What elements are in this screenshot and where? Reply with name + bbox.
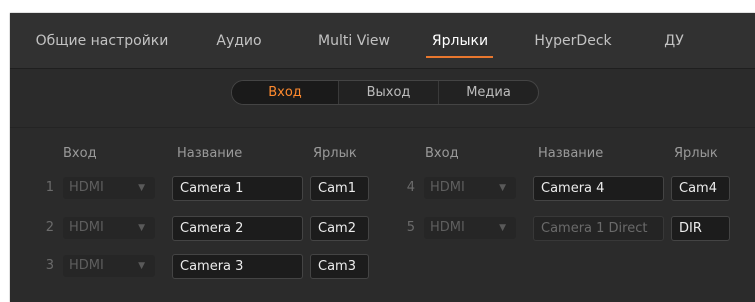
- label-field[interactable]: Cam3: [310, 254, 369, 279]
- name-field: Camera 1 Direct: [533, 216, 664, 241]
- label-field[interactable]: Cam4: [671, 176, 730, 201]
- source-select[interactable]: HDMI ▼: [63, 177, 155, 199]
- source-select-value: HDMI: [430, 220, 465, 235]
- label-field[interactable]: DIR: [671, 216, 730, 241]
- source-select[interactable]: HDMI ▼: [63, 255, 155, 277]
- tab-labels[interactable]: Ярлыки: [432, 31, 488, 51]
- tab-audio[interactable]: Аудио: [216, 31, 261, 51]
- source-select[interactable]: HDMI ▼: [63, 217, 155, 239]
- tab-general-settings[interactable]: Общие настройки: [36, 31, 169, 51]
- tab-remote[interactable]: ДУ: [664, 31, 683, 51]
- column-header-input-right: Вход: [425, 146, 459, 161]
- column-header-label: Ярлык: [313, 146, 357, 161]
- chevron-down-icon: ▼: [499, 183, 506, 193]
- chevron-down-icon: ▼: [138, 183, 145, 193]
- label-type-segmented-control: Вход Выход Медиа: [231, 80, 539, 105]
- segment-output[interactable]: Выход: [339, 81, 439, 104]
- row-number: 3: [45, 258, 54, 273]
- source-select-value: HDMI: [69, 180, 104, 195]
- section-divider: [10, 127, 755, 128]
- source-select[interactable]: HDMI ▼: [424, 217, 516, 239]
- label-field[interactable]: Cam2: [310, 216, 369, 241]
- active-tab-underline: [426, 56, 493, 58]
- row-number: 4: [406, 180, 415, 195]
- column-header-label-right: Ярлык: [674, 146, 718, 161]
- row-number: 1: [45, 180, 54, 195]
- column-header-name-right: Название: [538, 146, 604, 161]
- tab-multi-view[interactable]: Multi View: [318, 31, 390, 51]
- source-select[interactable]: HDMI ▼: [424, 177, 516, 199]
- column-header-input: Вход: [63, 146, 97, 161]
- row-number: 2: [45, 220, 54, 235]
- settings-panel: Общие настройки Аудио Multi View Ярлыки …: [10, 13, 755, 302]
- row-number: 5: [406, 220, 415, 235]
- source-select-value: HDMI: [69, 258, 104, 273]
- source-select-value: HDMI: [430, 180, 465, 195]
- chevron-down-icon: ▼: [499, 223, 506, 233]
- name-field[interactable]: Camera 3: [172, 254, 303, 279]
- tab-hyperdeck[interactable]: HyperDeck: [534, 31, 611, 51]
- column-header-name: Название: [177, 146, 243, 161]
- source-select-value: HDMI: [69, 220, 104, 235]
- segment-media[interactable]: Медиа: [439, 81, 538, 104]
- segment-input[interactable]: Вход: [232, 81, 339, 104]
- tab-bar: Общие настройки Аудио Multi View Ярлыки …: [10, 13, 755, 69]
- name-field[interactable]: Camera 2: [172, 216, 303, 241]
- label-field[interactable]: Cam1: [310, 176, 369, 201]
- name-field[interactable]: Camera 1: [172, 176, 303, 201]
- chevron-down-icon: ▼: [138, 261, 145, 271]
- name-field[interactable]: Camera 4: [533, 176, 664, 201]
- chevron-down-icon: ▼: [138, 223, 145, 233]
